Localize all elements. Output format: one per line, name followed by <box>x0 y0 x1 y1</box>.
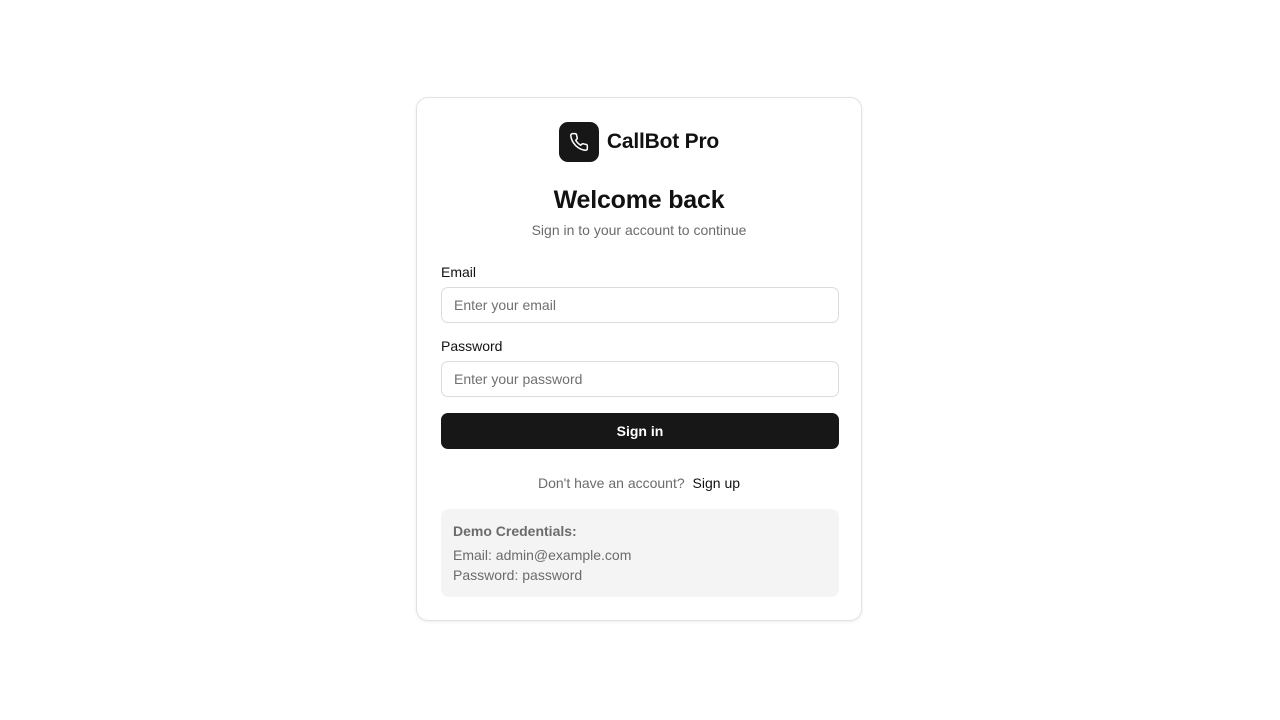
phone-icon <box>558 122 599 162</box>
signup-prompt: Don't have an account? <box>537 475 685 491</box>
demo-email-line: Email: admin@example.com <box>453 547 632 563</box>
password-label: Password <box>441 338 503 354</box>
brand-header: CallBot Pro <box>441 122 837 162</box>
demo-credentials-panel: Demo Credentials: Email: admin@example.c… <box>441 509 839 597</box>
login-page: CallBot Pro Welcome back Sign in to your… <box>0 0 1280 720</box>
email-field-group: Email <box>441 264 839 323</box>
sign-in-button[interactable]: Sign in <box>441 413 839 449</box>
page-subtitle: Sign in to your account to continue <box>531 222 747 238</box>
email-label: Email <box>441 264 477 280</box>
demo-password-line: Password: password <box>453 567 583 583</box>
email-input[interactable] <box>441 287 839 323</box>
signup-row: Don't have an account? Sign up <box>441 473 837 493</box>
demo-credentials-title: Demo Credentials: <box>453 523 577 539</box>
password-field-group: Password <box>441 338 839 397</box>
login-card: CallBot Pro Welcome back Sign in to your… <box>416 97 862 621</box>
page-title: Welcome back <box>553 186 725 214</box>
sign-up-link[interactable]: Sign up <box>693 475 740 491</box>
brand-name: CallBot Pro <box>606 130 720 153</box>
password-input[interactable] <box>441 361 839 397</box>
